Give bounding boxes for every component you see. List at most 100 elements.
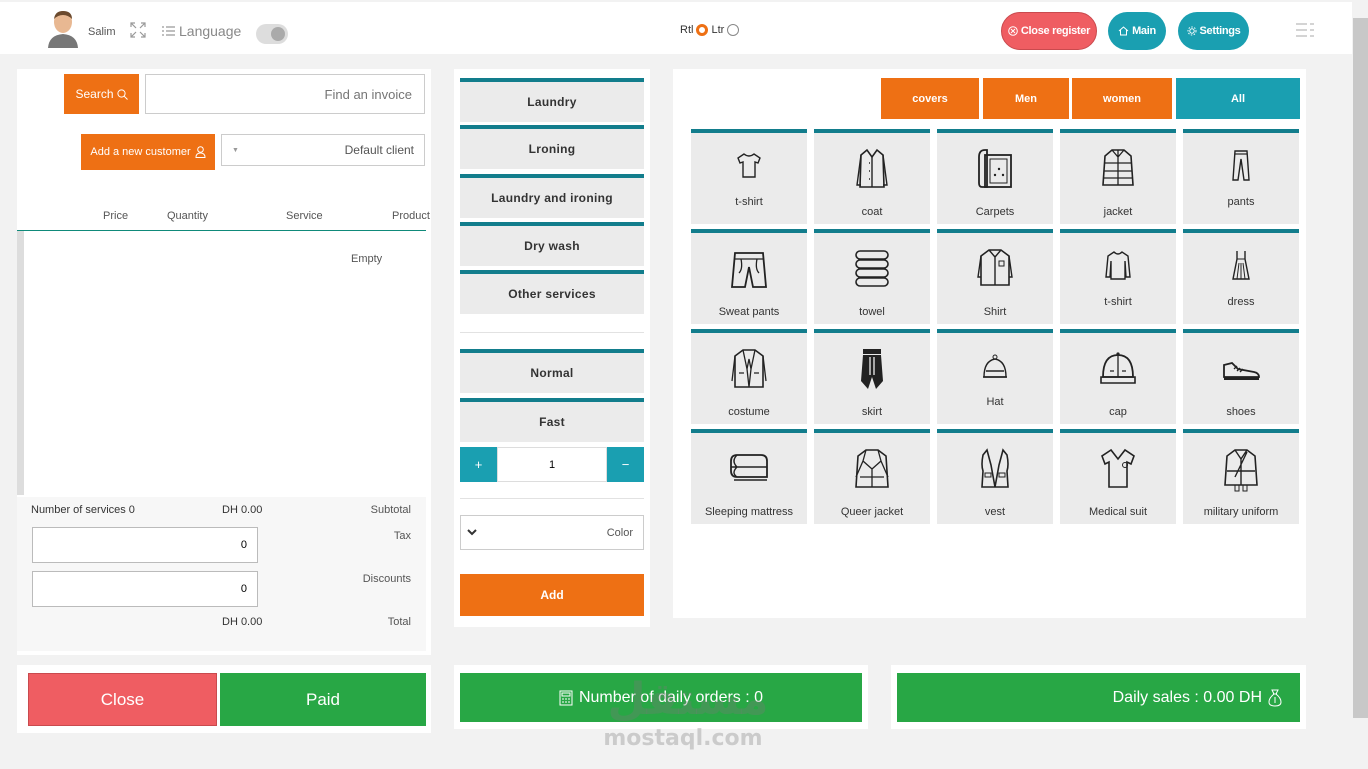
quantity-plus-button[interactable]: + [460, 447, 497, 482]
user-icon [195, 146, 206, 158]
daily-sales-stat: Daily sales : 0.00 DH [897, 673, 1300, 722]
product-tile[interactable]: shoes [1183, 329, 1299, 424]
divider [460, 498, 644, 499]
paid-button[interactable]: Paid [220, 673, 426, 726]
search-button[interactable]: Search [64, 74, 139, 114]
client-select[interactable]: ▼ Default client [221, 134, 425, 166]
close-button[interactable]: Close [28, 673, 217, 726]
watermark-arabic: مستقل [607, 674, 769, 725]
language-menu[interactable]: Language [162, 23, 241, 39]
list-icon [162, 26, 175, 36]
rtl-radio[interactable] [696, 24, 709, 36]
empty-text: Empty [351, 253, 383, 265]
rtl-label: Rtl [680, 24, 694, 36]
product-tile[interactable]: Hat [937, 329, 1053, 424]
language-label: Language [179, 23, 242, 39]
product-tile[interactable]: dress [1183, 229, 1299, 324]
chevron-down-icon [467, 529, 477, 536]
menu-icon[interactable] [1296, 22, 1314, 38]
tax-input[interactable] [32, 527, 258, 563]
watermark: مستقل mostaql.com [598, 668, 778, 758]
mattress-icon [730, 454, 768, 481]
coat-icon [856, 148, 888, 188]
col-quantity: Quantity [167, 210, 208, 222]
main-button[interactable]: Main [1108, 12, 1166, 50]
product-tile[interactable]: t-shirt [691, 129, 807, 224]
home-icon [1118, 26, 1129, 36]
product-tile[interactable]: towel [814, 229, 930, 324]
product-tile[interactable]: jacket [1060, 129, 1176, 224]
category-women[interactable]: women [1072, 78, 1172, 119]
category-all[interactable]: All [1176, 78, 1300, 119]
color-select[interactable]: Color [460, 515, 644, 550]
subtotal-label: Subtotal [370, 504, 411, 516]
totals-section: Number of services 0 DH 0.00 Subtotal Ta… [17, 497, 426, 651]
leather-jacket-icon [855, 449, 889, 488]
longsleeve-icon [1105, 251, 1131, 280]
product-tile[interactable]: Shirt [937, 229, 1053, 324]
product-tile[interactable]: coat [814, 129, 930, 224]
speed-normal[interactable]: Normal [460, 349, 644, 393]
close-register-button[interactable]: Close register [1001, 12, 1097, 50]
quantity-minus-button[interactable]: − [607, 447, 644, 482]
shirt-icon [977, 249, 1013, 286]
towel-icon [855, 250, 889, 287]
chevron-down-icon: ▼ [232, 146, 239, 154]
suit-icon [731, 349, 767, 388]
jacket-icon [1102, 149, 1134, 186]
product-tile[interactable]: pants [1183, 129, 1299, 224]
product-tile[interactable]: skirt [814, 329, 930, 424]
watermark-latin: mostaql.com [603, 726, 763, 751]
avatar[interactable] [46, 10, 80, 48]
page-scrollbar[interactable] [1353, 18, 1368, 718]
add-customer-button[interactable]: Add a new customer [81, 134, 215, 170]
col-price: Price [103, 210, 129, 222]
product-tile[interactable]: costume [691, 329, 807, 424]
fullscreen-icon[interactable] [130, 22, 146, 38]
product-tile[interactable]: Sleeping mattress [691, 429, 807, 524]
shorts-icon [731, 252, 767, 288]
list-scrollbar[interactable] [17, 231, 24, 495]
client-selected-value: Default client [344, 143, 414, 157]
total-label: Total [387, 616, 411, 628]
cap-icon [1100, 352, 1136, 384]
service-laundry-ironing[interactable]: Laundry and ironing [460, 174, 644, 218]
settings-button[interactable]: Settings [1178, 12, 1249, 50]
col-product: Product [392, 210, 430, 222]
vest-icon [981, 448, 1009, 488]
ltr-label: Ltr [711, 24, 725, 36]
search-icon [116, 88, 128, 100]
add-button[interactable]: Add [460, 574, 644, 616]
tshirt-icon [737, 153, 761, 178]
calculator-icon [559, 690, 573, 705]
speed-fast[interactable]: Fast [460, 398, 644, 442]
product-tile[interactable]: Carpets [937, 129, 1053, 224]
ltr-radio[interactable] [727, 24, 740, 36]
invoice-search-input[interactable] [145, 74, 425, 114]
product-tile[interactable]: cap [1060, 329, 1176, 424]
invoice-items-list: Empty [17, 231, 426, 495]
category-men[interactable]: Men [983, 78, 1069, 119]
service-ironing[interactable]: Lroning [460, 125, 644, 169]
service-dry-wash[interactable]: Dry wash [460, 222, 644, 266]
product-tile[interactable]: Sweat pants [691, 229, 807, 324]
service-other[interactable]: Other services [460, 270, 644, 314]
quantity-input[interactable] [497, 447, 607, 482]
divider [460, 332, 644, 333]
category-covers[interactable]: covers [881, 78, 979, 119]
theme-toggle[interactable] [256, 24, 288, 44]
product-tile[interactable]: t-shirt [1060, 229, 1176, 324]
discount-label: Discounts [362, 573, 411, 585]
carpet-icon [978, 149, 1012, 188]
product-tile[interactable]: Queer jacket [814, 429, 930, 524]
gear-icon [1187, 26, 1196, 36]
hat-icon [983, 354, 1007, 378]
service-laundry[interactable]: Laundry [460, 78, 644, 122]
close-circle-icon [1008, 26, 1018, 36]
product-tile[interactable]: vest [937, 429, 1053, 524]
discount-input[interactable] [32, 571, 258, 607]
uniform-icon [1224, 449, 1258, 492]
product-tile[interactable]: Medical suit [1060, 429, 1176, 524]
product-tile[interactable]: military uniform [1183, 429, 1299, 524]
col-service: Service [286, 210, 323, 222]
